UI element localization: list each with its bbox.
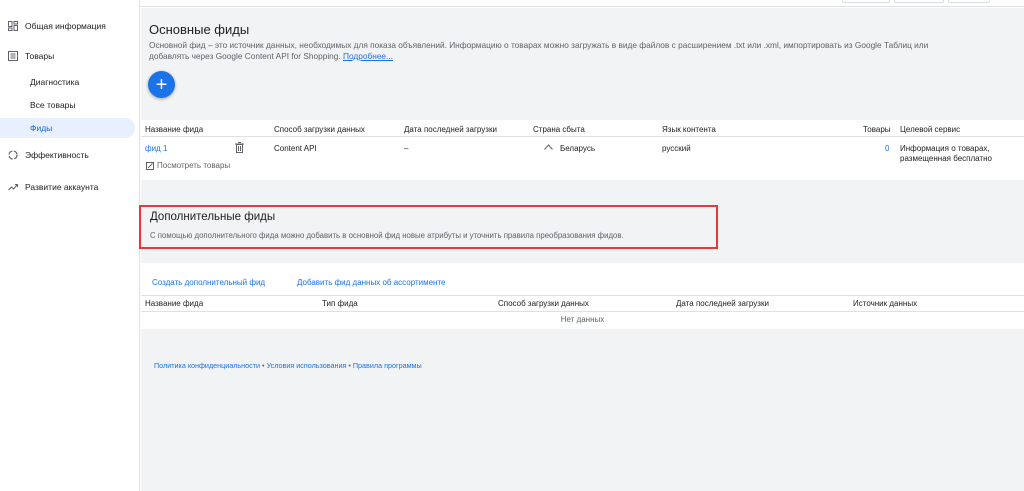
destination-line: размещенная бесплатно: [900, 154, 992, 163]
program-policies-link[interactable]: Правила программы: [353, 361, 422, 370]
products-icon: [6, 49, 20, 63]
view-products-link[interactable]: Посмотреть товары: [146, 161, 230, 170]
privacy-link[interactable]: Политика конфиденциальности: [154, 361, 260, 370]
feed-last-upload: –: [404, 144, 409, 153]
delete-icon[interactable]: [235, 142, 244, 155]
sidebar-item-all-products[interactable]: Все товары: [0, 95, 135, 115]
terms-link[interactable]: Условия использования: [267, 361, 347, 370]
top-control[interactable]: [894, 0, 944, 3]
feed-name-link[interactable]: фид 1: [145, 144, 167, 153]
footer-separator: •: [262, 361, 265, 370]
column-header-method[interactable]: Способ загрузки данных: [274, 125, 365, 134]
learn-more-link[interactable]: Подробнее...: [343, 51, 393, 61]
primary-feeds-description: Основной фид – это источник данных, необ…: [149, 40, 928, 62]
column-header-name[interactable]: Название фида: [145, 299, 203, 308]
supplemental-feeds-table: Создать дополнительный фид Добавить фид …: [141, 263, 1024, 329]
sidebar-item-label: Эффективность: [25, 150, 89, 160]
trending-up-icon: [6, 180, 20, 194]
column-header-name[interactable]: Название фида: [145, 125, 203, 134]
chevron-up-icon[interactable]: [544, 143, 553, 152]
column-header-type[interactable]: Тип фида: [322, 299, 358, 308]
divider: [141, 295, 1024, 296]
description-line: добавлять через Google Content API for S…: [149, 51, 928, 62]
column-header-method[interactable]: Способ загрузки данных: [498, 299, 589, 308]
sidebar-item-label: Общая информация: [25, 21, 106, 31]
feed-language: русский: [662, 144, 691, 153]
column-header-last-upload[interactable]: Дата последней загрузки: [404, 125, 497, 134]
column-header-products[interactable]: Товары: [863, 125, 891, 134]
sidebar: Общая информация Товары Диагностика Все …: [0, 0, 140, 491]
feed-country: Беларусь: [560, 144, 595, 153]
sidebar-item-feeds[interactable]: Фиды: [0, 118, 135, 138]
main-content: Основные фиды Основной фид – это источни…: [141, 8, 1024, 491]
add-inventory-feed-link[interactable]: Добавить фид данных об ассортименте: [297, 278, 445, 287]
create-supplemental-feed-link[interactable]: Создать дополнительный фид: [152, 278, 265, 287]
top-strip: [140, 0, 1024, 7]
top-control[interactable]: [842, 0, 890, 3]
primary-feeds-table: Название фида Способ загрузки данных Дат…: [141, 120, 1024, 180]
feed-destination: Информация о товарах, размещенная беспла…: [900, 144, 992, 164]
view-products-label: Посмотреть товары: [157, 161, 231, 170]
sidebar-item-diagnostics[interactable]: Диагностика: [0, 72, 135, 92]
description-text: добавлять через Google Content API for S…: [149, 51, 341, 61]
divider: [141, 136, 1024, 137]
column-header-language[interactable]: Язык контента: [662, 125, 716, 134]
sidebar-item-growth[interactable]: Развитие аккаунта: [0, 177, 98, 197]
add-primary-feed-button[interactable]: +: [148, 71, 175, 98]
dashboard-icon: [6, 19, 20, 33]
feed-method: Content API: [274, 144, 317, 153]
sidebar-item-label: Развитие аккаунта: [25, 182, 99, 192]
footer: Политика конфиденциальности • Условия ис…: [154, 361, 422, 370]
performance-icon: [6, 148, 20, 162]
column-header-destination[interactable]: Целевой сервис: [900, 125, 960, 134]
footer-separator: •: [348, 361, 351, 370]
primary-feeds-title: Основные фиды: [149, 22, 250, 37]
sidebar-item-performance[interactable]: Эффективность: [0, 145, 89, 165]
sidebar-item-label: Товары: [25, 51, 55, 61]
column-header-source[interactable]: Источник данных: [853, 299, 917, 308]
column-header-last-upload[interactable]: Дата последней загрузки: [676, 299, 769, 308]
divider: [141, 311, 1024, 312]
destination-line: Информация о товарах,: [900, 144, 990, 153]
sidebar-item-overview[interactable]: Общая информация: [0, 16, 106, 36]
top-control[interactable]: [948, 0, 990, 3]
column-header-country[interactable]: Страна сбыта: [533, 125, 585, 134]
sidebar-item-products[interactable]: Товары: [0, 46, 54, 66]
description-line: Основной фид – это источник данных, необ…: [149, 40, 929, 50]
edit-icon: [146, 161, 154, 170]
feed-products-count[interactable]: 0: [885, 144, 889, 153]
empty-state: Нет данных: [560, 315, 605, 324]
highlight-box: [139, 205, 718, 249]
